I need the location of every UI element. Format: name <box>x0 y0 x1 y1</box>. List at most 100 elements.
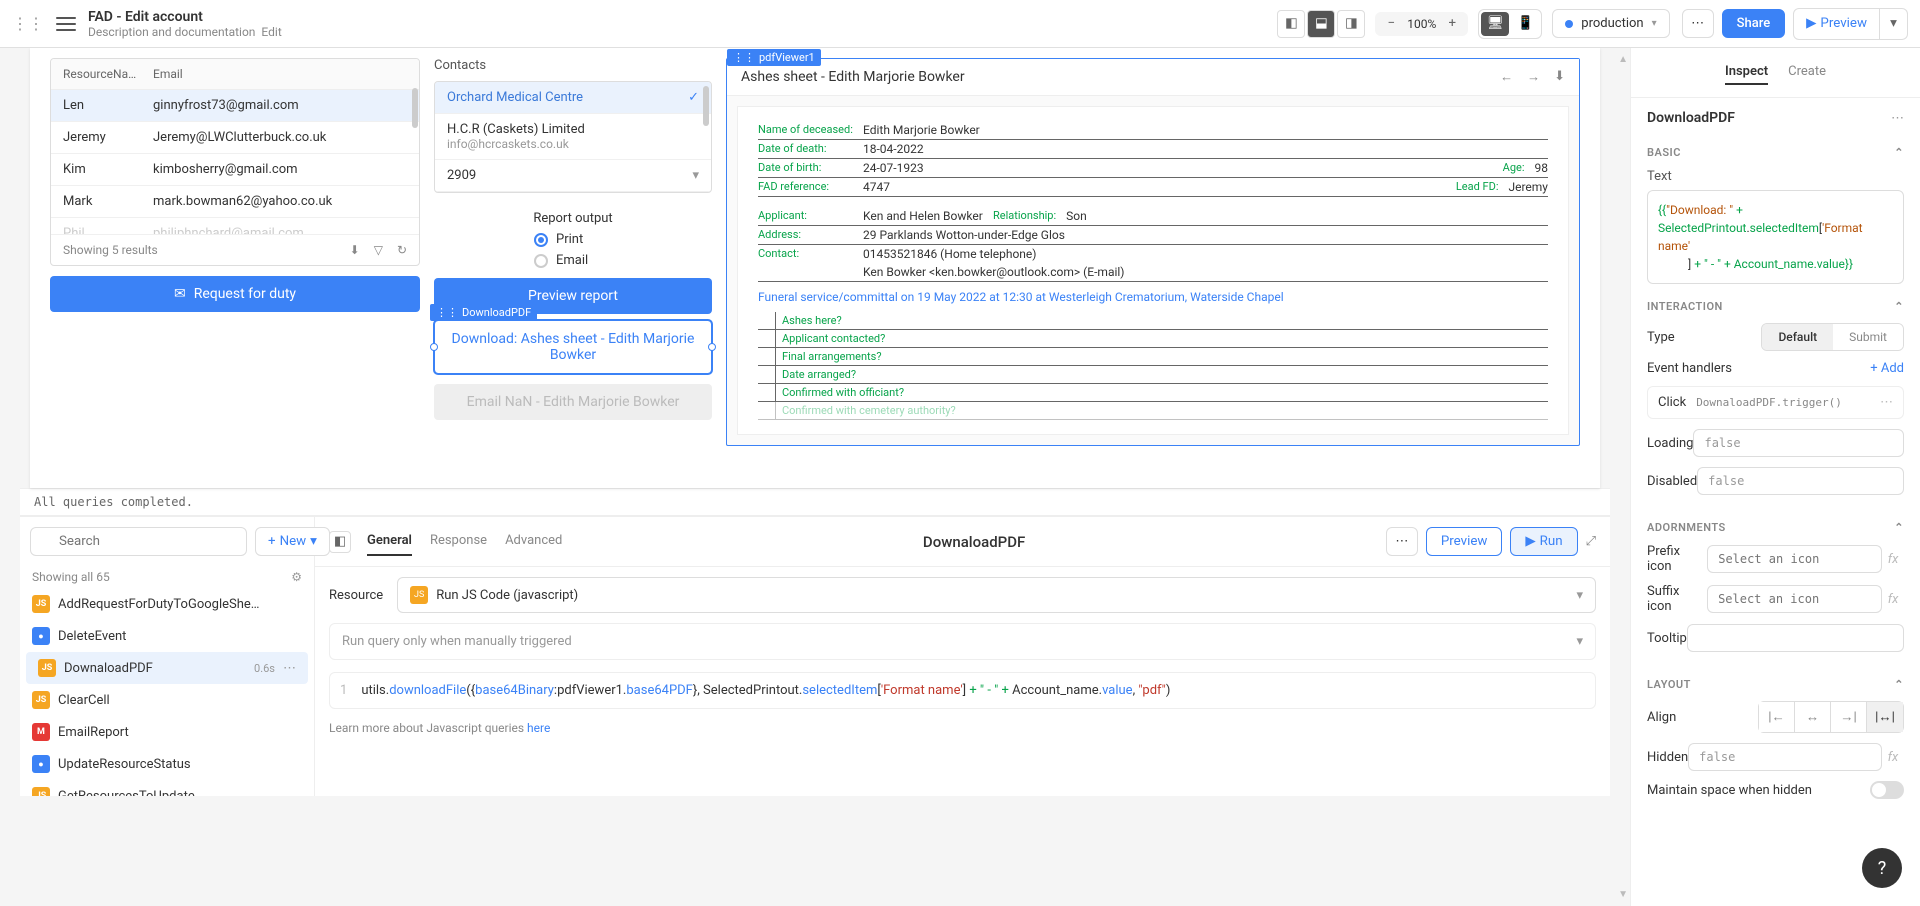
contact-item[interactable]: 2909 ▾ <box>435 160 711 192</box>
query-sidebar: + New ▾ Showing all 65 ⚙ JSAddRequestFor… <box>20 517 315 796</box>
preview-dropdown[interactable]: ▾ <box>1880 8 1908 40</box>
query-item[interactable]: ●DeleteEvent <box>20 620 314 652</box>
query-item[interactable]: MEmailReport <box>20 716 314 748</box>
search-input[interactable] <box>30 527 247 556</box>
align-right-button[interactable]: →| <box>1831 702 1867 732</box>
desktop-icon[interactable]: 🖥 <box>1481 12 1509 36</box>
text-expression-input[interactable]: {{"Download: " + SelectedPrintout.select… <box>1647 190 1904 284</box>
suffix-icon-select[interactable] <box>1707 585 1882 613</box>
tab-create[interactable]: Create <box>1788 60 1826 85</box>
tab-response[interactable]: Response <box>430 527 487 556</box>
fx-icon[interactable]: fx <box>1882 592 1904 607</box>
component-name[interactable]: DownloadPDF <box>1647 110 1735 126</box>
type-default[interactable]: Default <box>1762 324 1833 350</box>
type-submit[interactable]: Submit <box>1833 324 1903 350</box>
collapse-icon[interactable]: ⌃ <box>1894 146 1904 159</box>
align-left-button[interactable]: |← <box>1759 702 1795 732</box>
tab-general[interactable]: General <box>367 527 412 556</box>
tab-inspect[interactable]: Inspect <box>1725 60 1768 85</box>
maintain-space-toggle[interactable] <box>1870 781 1904 799</box>
zoom-out-button[interactable]: − <box>1381 14 1401 34</box>
align-stretch-button[interactable]: |↔| <box>1867 702 1903 732</box>
table-row[interactable]: Kimkimbosherry@gmail.com <box>51 154 419 186</box>
email-report-button[interactable]: Email NaN - Edith Marjorie Bowker <box>434 384 712 420</box>
fx-icon[interactable]: fx <box>1882 552 1904 567</box>
collapse-icon[interactable]: ⌃ <box>1894 521 1904 534</box>
table-row[interactable]: JeremyJeremy@LWClutterbuck.co.uk <box>51 122 419 154</box>
query-item[interactable]: JSDownaloadPDF0.6s⋯ <box>26 652 308 684</box>
event-handler-row[interactable]: Click DownaloadPDF.trigger() ⋯ <box>1647 386 1904 419</box>
more-icon[interactable]: ⋯ <box>1880 395 1893 410</box>
canvas[interactable]: ▲ ResourceNa… Email Lenginnyfrost73@gmai… <box>0 48 1630 906</box>
edit-link[interactable]: Edit <box>261 25 281 39</box>
component-badge[interactable]: ⋮⋮ pdfViewer1 <box>727 49 821 66</box>
help-button[interactable]: ? <box>1862 848 1902 888</box>
component-badge[interactable]: ⋮⋮ DownloadPDF <box>430 304 537 321</box>
code-editor[interactable]: 1 utils.downloadFile({base64Binary:pdfVi… <box>329 672 1596 709</box>
expand-icon[interactable]: ⤢ <box>1586 534 1596 549</box>
layout-left-icon[interactable]: ◧ <box>1277 10 1305 38</box>
fx-icon[interactable]: fx <box>1882 750 1904 765</box>
zoom-in-button[interactable]: + <box>1442 14 1462 34</box>
table-row[interactable]: Lenginnyfrost73@gmail.com <box>51 90 419 122</box>
align-center-button[interactable]: ↔ <box>1795 702 1831 732</box>
resource-label: Resource <box>329 588 383 603</box>
resize-handle[interactable] <box>430 343 438 351</box>
loading-input[interactable] <box>1693 429 1904 457</box>
table-header-email[interactable]: Email <box>153 67 183 81</box>
disabled-input[interactable] <box>1697 467 1904 495</box>
collapse-icon[interactable]: ⌃ <box>1894 300 1904 313</box>
more-button[interactable]: ⋯ <box>1682 9 1714 38</box>
preview-button[interactable]: ▶ Preview <box>1793 8 1880 40</box>
hamburger-icon[interactable] <box>56 17 76 31</box>
drag-handle-icon[interactable]: ⋮⋮ <box>12 14 44 33</box>
more-icon[interactable]: ⋯ <box>1891 111 1904 126</box>
request-for-duty-button[interactable]: ✉ Request for duty <box>50 276 420 312</box>
trigger-mode-select[interactable]: Run query only when manually triggered ▾ <box>329 623 1596 660</box>
contact-item[interactable]: H.C.R (Caskets) Limited info@hcrcaskets.… <box>435 114 711 160</box>
more-icon[interactable]: ⋯ <box>283 661 296 676</box>
query-item[interactable]: ●UpdateResourceStatus <box>20 748 314 780</box>
pdf-prev-icon[interactable]: ← <box>1500 69 1513 85</box>
resource-select[interactable]: JS Run JS Code (javascript) ▾ <box>397 577 1596 613</box>
mobile-icon[interactable]: 📱 <box>1511 12 1539 36</box>
editor-preview-button[interactable]: Preview <box>1426 527 1503 556</box>
share-button[interactable]: Share <box>1722 9 1786 38</box>
filter-icon[interactable]: ▽ <box>374 243 383 257</box>
settings-icon[interactable]: ⚙ <box>291 570 302 584</box>
query-item[interactable]: JSGetResourcesToUpdate <box>20 780 314 796</box>
run-button[interactable]: ▶ Run <box>1510 527 1577 556</box>
contact-item[interactable]: Orchard Medical Centre ✓ <box>435 82 711 114</box>
radio-print[interactable]: Print <box>434 232 712 247</box>
layout-right-icon[interactable]: ◨ <box>1337 10 1365 38</box>
query-item[interactable]: JSClearCell <box>20 684 314 716</box>
learn-more-link[interactable]: here <box>527 721 550 735</box>
query-editor: ◧ General Response Advanced DownaloadPDF… <box>315 517 1610 796</box>
table-row[interactable]: Philphiliphnchard@amail.com <box>51 218 419 235</box>
pdf-download-icon[interactable]: ⬇ <box>1554 69 1565 85</box>
hidden-input[interactable] <box>1688 743 1882 771</box>
download-icon[interactable]: ⬇ <box>350 243 360 257</box>
pdf-next-icon[interactable]: → <box>1527 69 1540 85</box>
collapse-icon[interactable]: ⌃ <box>1894 678 1904 691</box>
tooltip-input[interactable] <box>1687 624 1904 652</box>
prefix-icon-select[interactable] <box>1707 545 1882 573</box>
scrollbar[interactable] <box>412 88 418 128</box>
tab-advanced[interactable]: Advanced <box>505 527 562 556</box>
download-pdf-button[interactable]: Download: Ashes sheet - Edith Marjorie B… <box>434 320 712 374</box>
editor-more-button[interactable]: ⋯ <box>1386 527 1418 556</box>
layout-bottom-icon[interactable]: ⬓ <box>1307 10 1335 38</box>
type-segmented-control[interactable]: Default Submit <box>1761 323 1904 351</box>
refresh-icon[interactable]: ↻ <box>397 243 407 257</box>
editor-title[interactable]: DownaloadPDF <box>578 533 1369 551</box>
scrollbar[interactable] <box>703 86 709 126</box>
panel-toggle-icon[interactable]: ◧ <box>329 531 351 553</box>
add-handler-button[interactable]: + Add <box>1870 361 1904 376</box>
radio-email[interactable]: Email <box>434 253 712 268</box>
query-item[interactable]: JSAddRequestForDutyToGoogleShe… <box>20 588 314 620</box>
table-header-name[interactable]: ResourceNa… <box>63 67 153 81</box>
pdf-document[interactable]: Name of deceased:Edith Marjorie Bowker D… <box>737 106 1569 435</box>
table-row[interactable]: Markmark.bowman62@yahoo.co.uk <box>51 186 419 218</box>
resize-handle[interactable] <box>708 343 716 351</box>
environment-select[interactable]: production ▾ <box>1552 9 1669 38</box>
